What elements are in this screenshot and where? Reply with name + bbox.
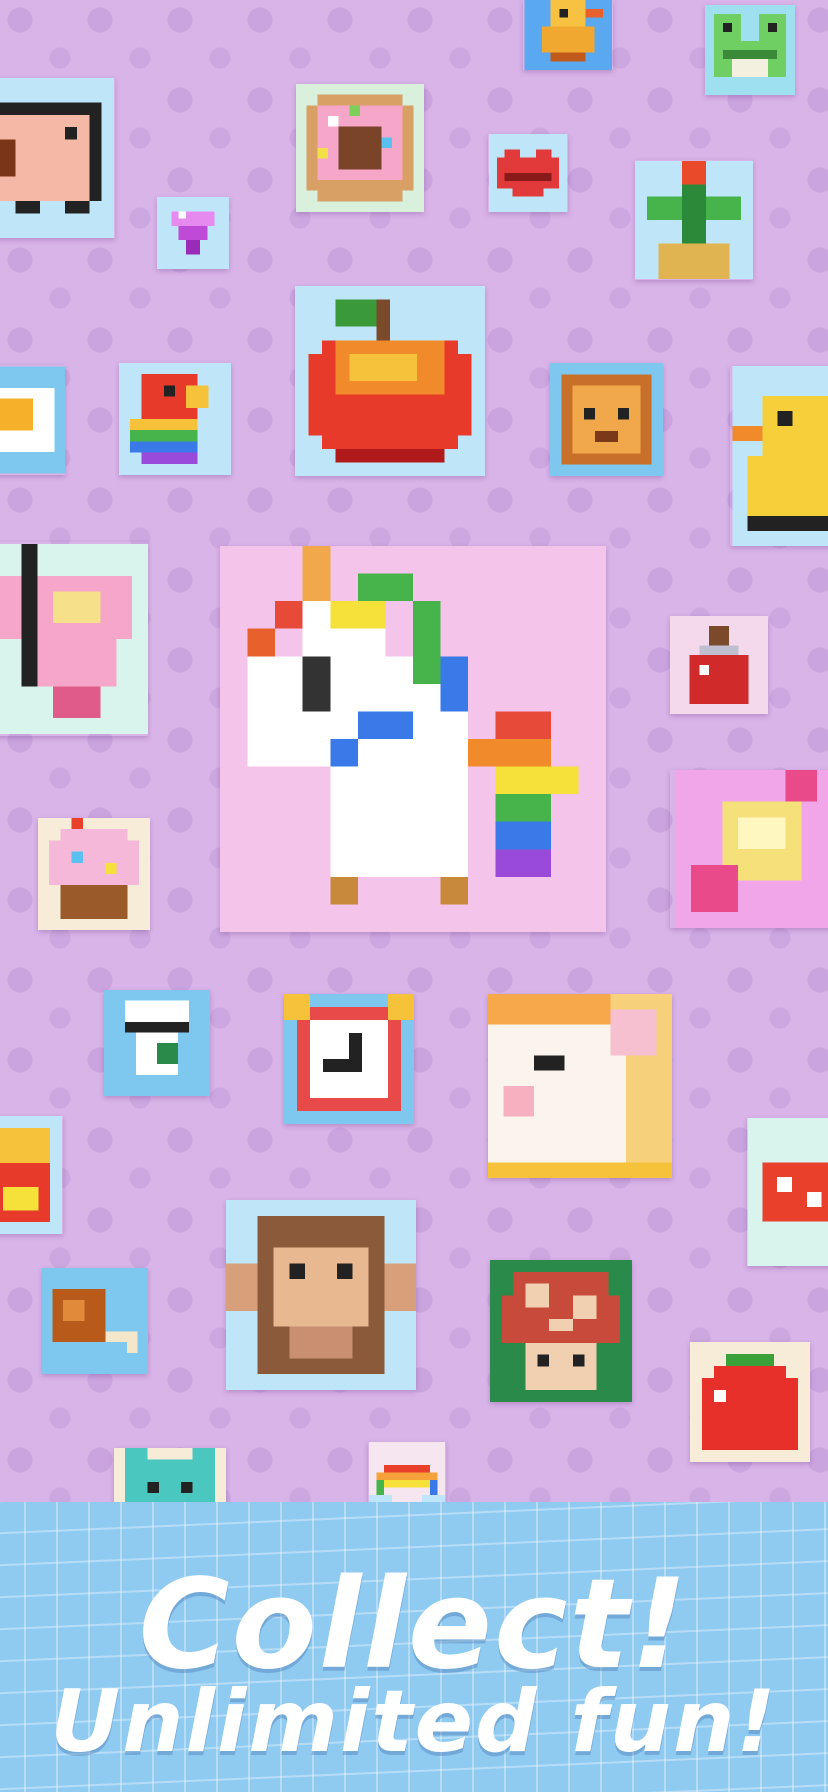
headline-unlimited-fun: Unlimited fun! <box>50 1672 778 1772</box>
frog-art[interactable] <box>705 5 795 95</box>
cat-art[interactable] <box>488 994 672 1178</box>
headline-collect: Collect! <box>138 1553 690 1697</box>
butterfly-art[interactable] <box>0 542 148 736</box>
fries-art[interactable] <box>0 1116 63 1234</box>
alarm-clock-art[interactable] <box>284 994 414 1124</box>
potion-art[interactable] <box>670 616 768 714</box>
monkey-art[interactable] <box>226 1200 416 1390</box>
mushroom-small-art[interactable] <box>747 1118 828 1266</box>
candy-art[interactable] <box>670 770 828 928</box>
pig-art[interactable] <box>0 78 115 238</box>
fried-egg-art[interactable] <box>0 365 65 475</box>
duck-art[interactable] <box>730 366 828 546</box>
parrot-art[interactable] <box>119 363 231 475</box>
chick-art[interactable] <box>523 0 613 70</box>
drink-cup-art[interactable] <box>104 990 210 1096</box>
mushroom-art[interactable] <box>490 1260 632 1402</box>
apple-art[interactable] <box>295 286 485 476</box>
lion-art[interactable] <box>550 363 663 476</box>
chicken-leg-art[interactable] <box>42 1268 148 1374</box>
tomato-art[interactable] <box>690 1342 810 1462</box>
flower-pot-art[interactable] <box>635 160 753 280</box>
donut-art[interactable] <box>296 84 424 212</box>
unicorn-art[interactable] <box>220 546 606 932</box>
cupcake-art[interactable] <box>38 818 150 930</box>
promo-banner: Collect! Unlimited fun! <box>0 1502 828 1792</box>
diamond-art[interactable] <box>157 197 229 269</box>
lips-art[interactable] <box>488 134 568 212</box>
